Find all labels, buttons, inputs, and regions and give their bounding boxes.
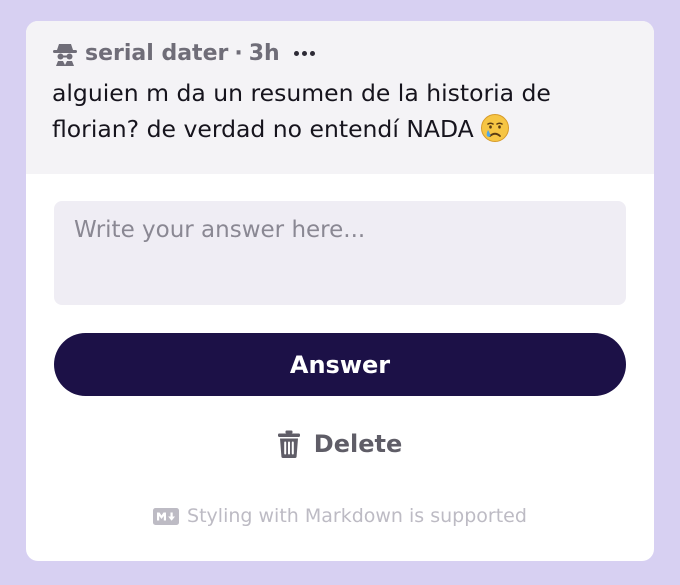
- answer-input[interactable]: [54, 201, 626, 305]
- meta-separator: ·: [234, 40, 243, 66]
- author-name[interactable]: serial dater: [85, 41, 228, 66]
- delete-label: Delete: [313, 430, 403, 458]
- markdown-icon: [153, 507, 180, 525]
- markdown-note: Styling with Markdown is supported: [26, 502, 654, 530]
- markdown-note-text: Styling with Markdown is supported: [187, 505, 527, 527]
- question-body: alguien m da un resumen de la historia d…: [52, 79, 551, 143]
- question-card: serial dater · 3h alguien m da un resume…: [26, 21, 654, 561]
- answer-button-label: Answer: [289, 350, 391, 379]
- question-meta: serial dater · 3h: [52, 37, 628, 69]
- post-time: 3h: [248, 40, 280, 66]
- answer-button[interactable]: Answer: [54, 333, 626, 396]
- spy-icon: [52, 40, 78, 66]
- more-options-icon[interactable]: [293, 50, 315, 56]
- crying-face-emoji: [480, 113, 510, 143]
- question-section: serial dater · 3h alguien m da un resume…: [26, 21, 654, 174]
- trash-icon: [277, 430, 300, 458]
- question-text: alguien m da un resumen de la historia d…: [52, 75, 632, 147]
- delete-button[interactable]: Delete: [26, 424, 654, 464]
